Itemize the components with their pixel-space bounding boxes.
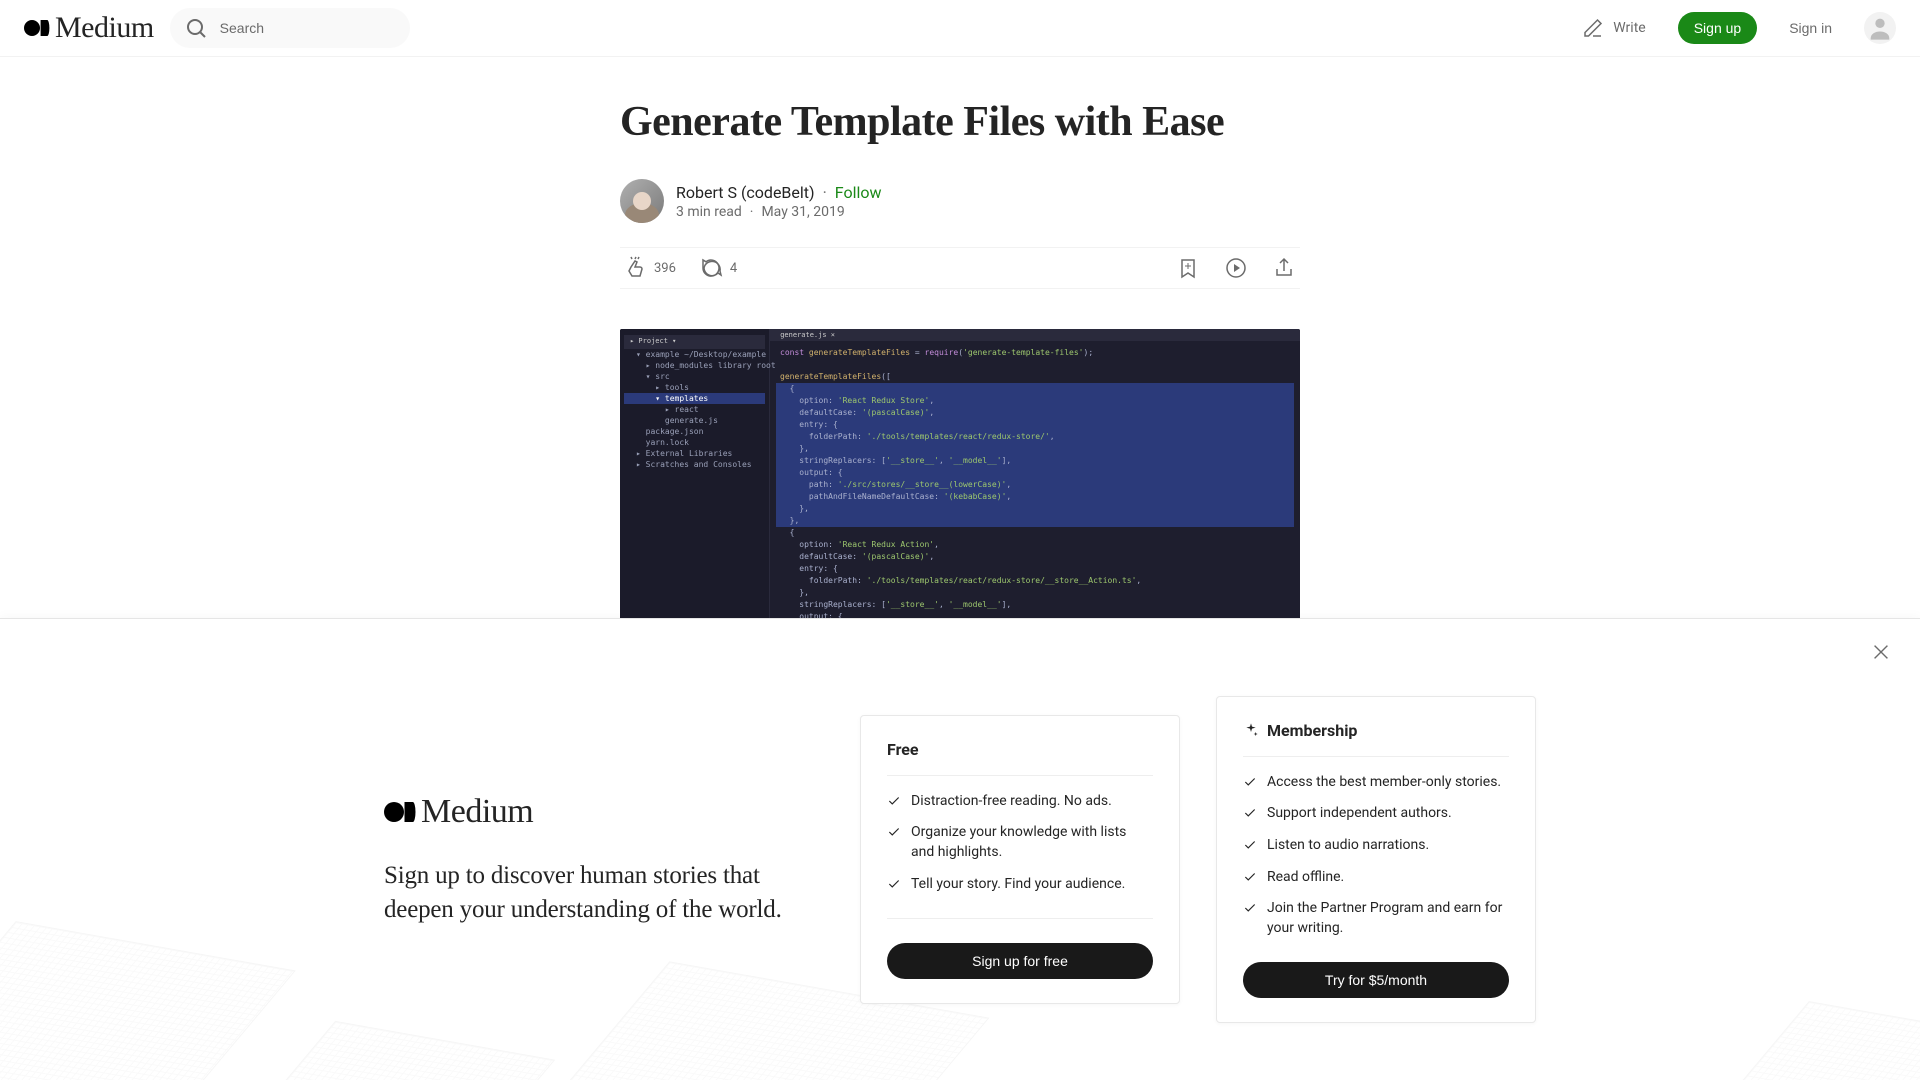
plan-member-feature: Access the best member-only stories. xyxy=(1243,773,1509,793)
write-icon xyxy=(1581,16,1605,40)
bookmark-button[interactable] xyxy=(1176,256,1200,280)
plan-member-feature: Read offline. xyxy=(1243,868,1509,888)
search-input[interactable] xyxy=(220,20,396,36)
plan-card-free: Free Distraction-free reading. No ads. O… xyxy=(860,715,1180,1004)
plan-free-feature: Tell your story. Find your audience. xyxy=(887,875,1153,895)
read-time: 3 min read xyxy=(676,204,742,220)
header-right: Write Sign up Sign in xyxy=(1581,12,1896,44)
user-avatar[interactable] xyxy=(1864,12,1896,44)
plan-card-membership: Membership Access the best member-only s… xyxy=(1216,696,1536,1024)
author-row: Robert S (codeBelt) · Follow 3 min read … xyxy=(620,179,1300,223)
search-icon xyxy=(184,16,208,40)
plan-member-title: Membership xyxy=(1267,721,1357,740)
site-header: Medium Write Sign up Sign in xyxy=(0,0,1920,57)
share-icon xyxy=(1272,256,1296,280)
action-bar: 396 4 xyxy=(620,247,1300,289)
author-name[interactable]: Robert S (codeBelt) xyxy=(676,183,815,202)
plan-free-title: Free xyxy=(887,740,919,759)
write-label: Write xyxy=(1613,20,1645,36)
article-title: Generate Template Files with Ease xyxy=(620,97,1300,147)
signup-button[interactable]: Sign up xyxy=(1678,12,1757,44)
plan-free-cta[interactable]: Sign up for free xyxy=(887,943,1153,979)
overlay-brand-text: Medium xyxy=(421,793,533,831)
clap-button[interactable]: 396 xyxy=(624,256,676,280)
check-icon xyxy=(887,825,901,839)
write-button[interactable]: Write xyxy=(1581,16,1645,40)
check-icon xyxy=(1243,870,1257,884)
check-icon xyxy=(1243,806,1257,820)
signup-overlay: Medium Sign up to discover human stories… xyxy=(0,618,1920,1080)
check-icon xyxy=(887,877,901,891)
signin-button[interactable]: Sign in xyxy=(1789,20,1832,36)
brand-logo-mark xyxy=(24,20,49,36)
check-icon xyxy=(887,794,901,808)
search-box[interactable] xyxy=(170,8,410,48)
overlay-brand-logo: Medium xyxy=(384,793,824,831)
avatar-placeholder-icon xyxy=(1866,14,1894,42)
brand-logo[interactable]: Medium xyxy=(24,13,154,43)
separator: · xyxy=(750,204,754,220)
overlay-left-column: Medium Sign up to discover human stories… xyxy=(384,793,824,927)
header-left: Medium xyxy=(24,8,410,48)
clap-icon xyxy=(624,256,648,280)
sparkle-icon xyxy=(1243,722,1259,738)
check-icon xyxy=(1243,901,1257,915)
plan-member-feature: Support independent authors. xyxy=(1243,804,1509,824)
check-icon xyxy=(1243,838,1257,852)
author-info: Robert S (codeBelt) · Follow 3 min read … xyxy=(676,183,882,220)
comment-icon xyxy=(700,256,724,280)
plan-free-feature: Distraction-free reading. No ads. xyxy=(887,792,1153,812)
overlay-brand-mark xyxy=(384,802,415,822)
author-avatar[interactable] xyxy=(620,179,664,223)
plan-member-feature: Join the Partner Program and earn for yo… xyxy=(1243,899,1509,938)
play-circle-icon xyxy=(1224,256,1248,280)
brand-logo-text: Medium xyxy=(55,13,154,43)
article: Generate Template Files with Ease Robert… xyxy=(620,57,1300,669)
comment-button[interactable]: 4 xyxy=(700,256,737,280)
separator: · xyxy=(823,183,827,202)
publish-date: May 31, 2019 xyxy=(761,204,844,220)
plan-free-feature: Organize your knowledge with lists and h… xyxy=(887,823,1153,862)
follow-link[interactable]: Follow xyxy=(835,183,882,202)
listen-button[interactable] xyxy=(1224,256,1248,280)
plan-member-feature: Listen to audio narrations. xyxy=(1243,836,1509,856)
check-icon xyxy=(1243,775,1257,789)
plan-member-cta[interactable]: Try for $5/month xyxy=(1243,962,1509,998)
clap-count: 396 xyxy=(654,261,676,276)
share-button[interactable] xyxy=(1272,256,1296,280)
bookmark-icon xyxy=(1176,256,1200,280)
overlay-tagline: Sign up to discover human stories that d… xyxy=(384,859,824,927)
comment-count: 4 xyxy=(730,261,737,276)
